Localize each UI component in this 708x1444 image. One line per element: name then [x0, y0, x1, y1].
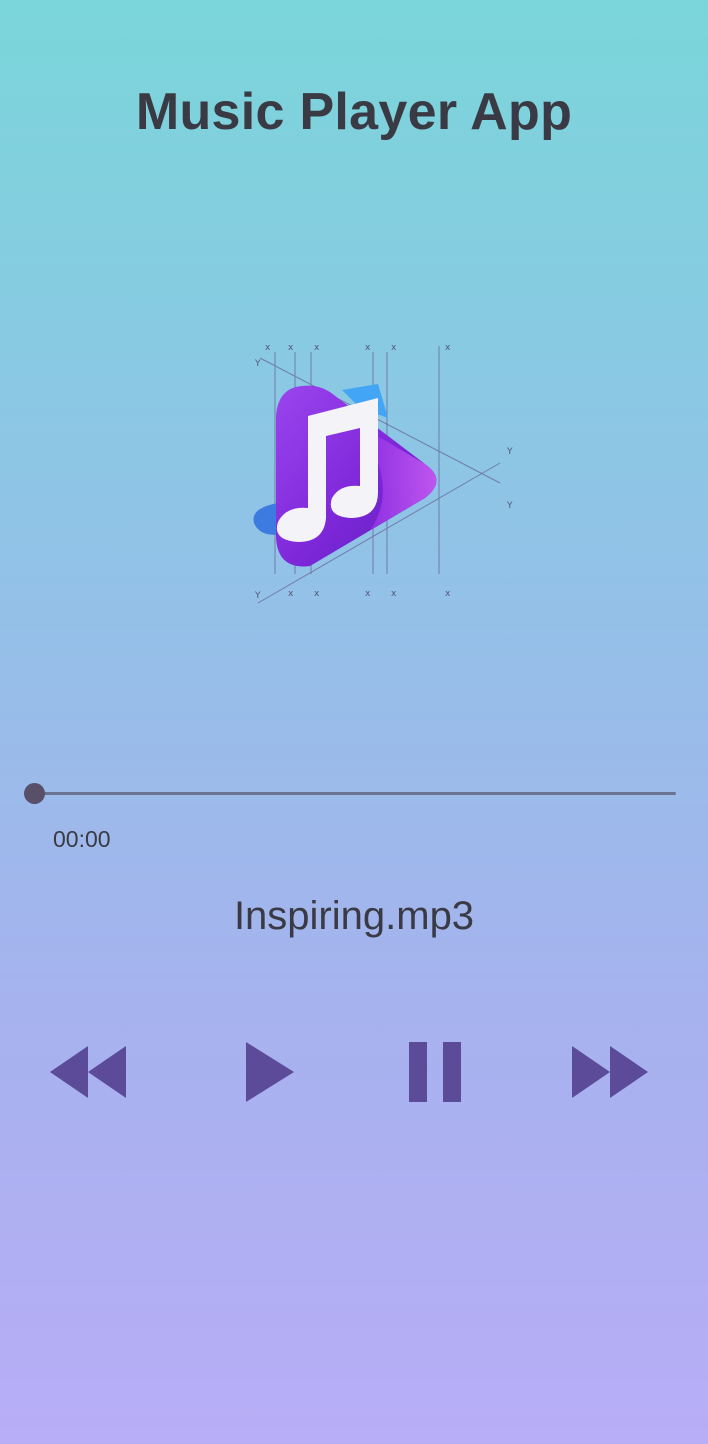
fast-forward-button[interactable]	[566, 1036, 656, 1108]
svg-text:Y: Y	[506, 501, 513, 511]
svg-text:x: x	[288, 589, 294, 599]
track-name: Inspiring.mp3	[233, 894, 475, 938]
play-button[interactable]	[224, 1036, 314, 1108]
music-note-play-logo-icon: x x x x x x Y Y Y Y x x x x x	[253, 343, 513, 604]
fast-forward-icon	[572, 1046, 648, 1098]
svg-text:x: x	[314, 589, 320, 599]
pause-button[interactable]	[390, 1036, 480, 1108]
svg-text:x: x	[314, 343, 320, 353]
svg-text:Y: Y	[254, 591, 261, 601]
svg-text:Y: Y	[506, 447, 513, 457]
svg-text:x: x	[265, 343, 271, 353]
pause-icon	[409, 1042, 461, 1102]
svg-text:x: x	[365, 343, 371, 353]
svg-text:x: x	[288, 343, 294, 353]
seek-bar[interactable]	[18, 782, 680, 806]
svg-text:Y: Y	[254, 359, 261, 369]
music-player-screen: Music Player App x x x x x x Y Y Y Y x x…	[0, 0, 708, 1444]
rewind-icon	[50, 1046, 126, 1098]
svg-text:x: x	[391, 589, 397, 599]
seek-thumb[interactable]	[24, 783, 45, 804]
app-title: Music Player App	[135, 83, 573, 141]
svg-text:x: x	[445, 589, 451, 599]
rewind-button[interactable]	[44, 1036, 134, 1108]
album-artwork: x x x x x x Y Y Y Y x x x x x	[250, 338, 518, 608]
seek-track	[26, 792, 676, 795]
svg-text:x: x	[445, 343, 451, 353]
play-icon	[246, 1042, 294, 1102]
svg-text:x: x	[365, 589, 371, 599]
svg-text:x: x	[391, 343, 397, 353]
current-time: 00:00	[53, 826, 111, 852]
